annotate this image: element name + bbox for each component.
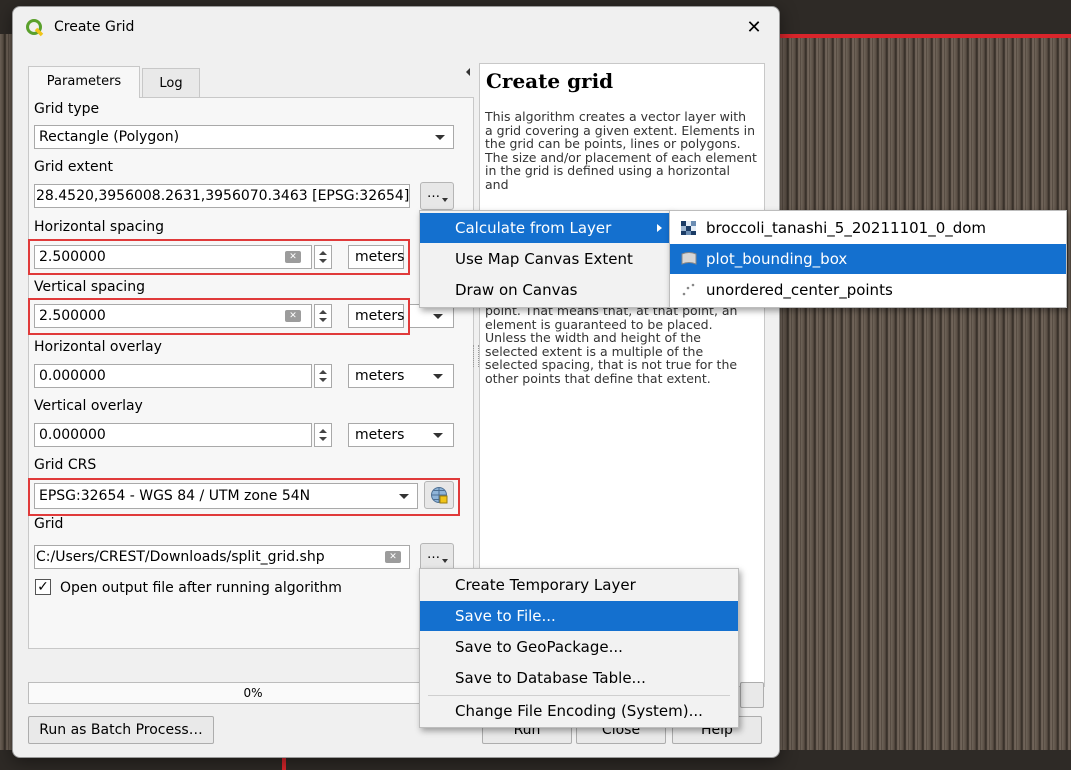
layer-item-label: broccoli_tanashi_5_20211101_0_dom (706, 219, 987, 237)
raster-layer-icon (681, 221, 696, 235)
grid-extent-label: Grid extent (34, 159, 113, 175)
cancel-button-partial[interactable] (740, 682, 764, 708)
vertical-overlay-unit-value: meters (355, 427, 405, 443)
help-title: Create grid (486, 69, 614, 93)
menu-item-change-file-encoding[interactable]: Change File Encoding (System)... (420, 696, 738, 726)
grid-crs-label: Grid CRS (34, 457, 97, 473)
grid-type-label: Grid type (34, 101, 100, 117)
vertical-spacing-input[interactable]: 2.500000 ✕ (34, 304, 312, 328)
splitter-handle[interactable] (473, 345, 479, 367)
chevron-down-icon (442, 559, 448, 563)
horizontal-overlay-input[interactable]: 0.000000 (34, 364, 312, 388)
grid-type-value: Rectangle (Polygon) (39, 129, 180, 145)
ellipsis-icon: … (427, 186, 440, 201)
vertical-overlay-input[interactable]: 0.000000 (34, 423, 312, 447)
horizontal-spacing-stepper[interactable] (314, 245, 332, 269)
tab-parameters[interactable]: Parameters (28, 66, 140, 98)
extent-menu: Calculate from Layer Use Map Canvas Exte… (419, 210, 671, 308)
clear-icon[interactable]: ✕ (285, 310, 301, 322)
vertical-spacing-unit[interactable]: meters (348, 304, 404, 328)
chevron-down-icon (433, 314, 443, 319)
output-menu: Create Temporary Layer Save to File... S… (419, 568, 739, 728)
collapse-help-icon[interactable] (466, 68, 470, 76)
progress-label: 0% (243, 686, 263, 700)
progress-bar: 0% (28, 682, 478, 704)
globe-icon (431, 487, 448, 504)
horizontal-overlay-unit-value: meters (355, 368, 405, 384)
clear-icon[interactable]: ✕ (285, 251, 301, 263)
horizontal-overlay-label: Horizontal overlay (34, 339, 162, 355)
chevron-down-icon (442, 198, 448, 202)
vertical-overlay-stepper[interactable] (314, 423, 332, 447)
horizontal-overlay-unit[interactable]: meters (348, 364, 454, 388)
grid-crs-value: EPSG:32654 - WGS 84 / UTM zone 54N (39, 488, 311, 504)
grid-output-label: Grid (34, 516, 64, 532)
open-output-checkbox[interactable]: ✓ (35, 579, 51, 595)
horizontal-overlay-stepper[interactable] (314, 364, 332, 388)
grid-extent-input[interactable]: 28.4520,3956008.2631,3956070.3463 [EPSG:… (34, 184, 410, 208)
ellipsis-icon: … (427, 547, 440, 562)
vertical-overlay-label: Vertical overlay (34, 398, 143, 414)
menu-item-save-to-geopackage[interactable]: Save to GeoPackage... (420, 632, 738, 662)
vertical-spacing-value: 2.500000 (39, 308, 106, 324)
vertical-spacing-stepper[interactable] (314, 304, 332, 328)
grid-output-input[interactable]: C:/Users/CREST/Downloads/split_grid.shp … (34, 545, 410, 569)
clear-icon[interactable]: ✕ (385, 551, 401, 563)
grid-output-options-button[interactable]: … (420, 543, 454, 571)
menu-item-draw-on-canvas[interactable]: Draw on Canvas (420, 275, 670, 305)
qgis-logo-icon (26, 19, 44, 37)
grid-extent-options-button[interactable]: … (420, 182, 454, 210)
run-as-batch-button[interactable]: Run as Batch Process… (28, 716, 214, 744)
chevron-down-icon (433, 374, 443, 379)
layer-item-unordered-center-points[interactable]: unordered_center_points (670, 275, 1066, 305)
map-red-boundary-line (778, 34, 1071, 38)
vertical-overlay-unit[interactable]: meters (348, 423, 454, 447)
help-paragraph-2: point. That means that, at that point, a… (485, 303, 738, 386)
menu-item-save-to-file[interactable]: Save to File... (420, 601, 738, 631)
chevron-down-icon (433, 433, 443, 438)
dialog-title: Create Grid (54, 19, 135, 35)
layer-submenu: broccoli_tanashi_5_20211101_0_dom plot_b… (669, 210, 1067, 308)
open-output-label: Open output file after running algorithm (60, 580, 342, 596)
close-icon[interactable]: ✕ (744, 17, 764, 39)
menu-item-use-map-canvas-extent[interactable]: Use Map Canvas Extent (420, 244, 670, 274)
grid-output-value: C:/Users/CREST/Downloads/split_grid.shp (36, 549, 325, 565)
menu-item-create-temporary-layer[interactable]: Create Temporary Layer (420, 570, 738, 600)
grid-type-select[interactable]: Rectangle (Polygon) (34, 125, 454, 149)
help-paragraph-1: This algorithm creates a vector layer wi… (485, 109, 757, 192)
chevron-down-icon (435, 135, 445, 140)
layer-item-label: plot_bounding_box (706, 250, 848, 268)
grid-crs-select[interactable]: EPSG:32654 - WGS 84 / UTM zone 54N (34, 483, 418, 509)
polygon-layer-icon (681, 252, 697, 265)
select-crs-button[interactable] (424, 481, 454, 509)
layer-item-plot-bounding-box[interactable]: plot_bounding_box (670, 244, 1066, 274)
vertical-spacing-label: Vertical spacing (34, 279, 145, 295)
horizontal-spacing-label: Horizontal spacing (34, 219, 165, 235)
menu-item-label: Calculate from Layer (455, 219, 612, 237)
menu-item-calculate-from-layer[interactable]: Calculate from Layer (420, 213, 670, 243)
menu-item-save-to-database-table[interactable]: Save to Database Table... (420, 663, 738, 693)
layer-item-label: unordered_center_points (706, 281, 893, 299)
horizontal-spacing-unit[interactable]: meters (348, 245, 404, 269)
chevron-right-icon (657, 224, 662, 232)
tab-log[interactable]: Log (142, 68, 200, 97)
horizontal-spacing-input[interactable]: 2.500000 ✕ (34, 245, 312, 269)
chevron-down-icon (399, 494, 409, 499)
point-layer-icon (682, 283, 695, 296)
layer-item-broccoli[interactable]: broccoli_tanashi_5_20211101_0_dom (670, 213, 1066, 243)
horizontal-spacing-value: 2.500000 (39, 249, 106, 265)
